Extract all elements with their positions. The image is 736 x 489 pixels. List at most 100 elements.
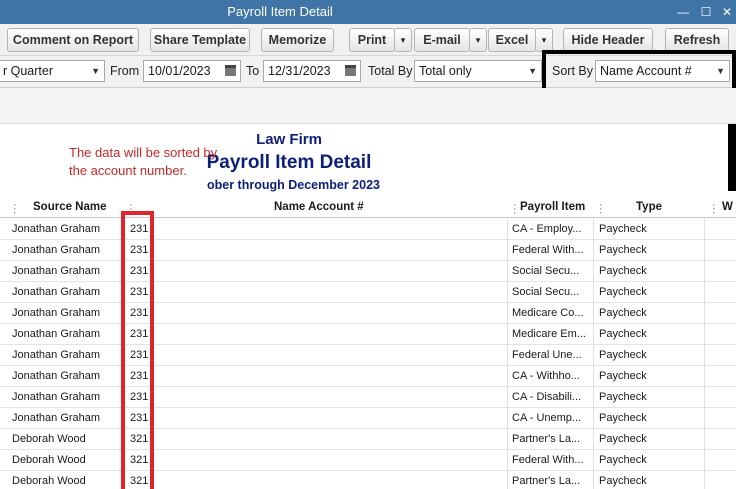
column-type[interactable]: Type (636, 201, 662, 213)
calendar-icon[interactable] (345, 65, 356, 76)
cell-source-name: Jonathan Graham (12, 244, 101, 256)
minimize-icon[interactable]: — (674, 3, 692, 21)
maximize-icon[interactable]: ☐ (697, 3, 715, 21)
cell-source-name: Jonathan Graham (12, 370, 101, 382)
print-button[interactable]: Print (349, 28, 395, 52)
sort-annotation: The data will be sorted by the account n… (69, 145, 218, 178)
cell-type: Paycheck (599, 370, 647, 382)
column-name-account[interactable]: Name Account # (274, 201, 364, 213)
dates-select[interactable]: r Quarter ▼ (0, 60, 105, 82)
calendar-icon[interactable] (225, 65, 236, 76)
refresh-button[interactable]: Refresh (665, 28, 729, 52)
cell-source-name: Jonathan Graham (12, 265, 101, 277)
window-title: Payroll Item Detail (227, 4, 333, 19)
cell-source-name: Deborah Wood (12, 475, 86, 487)
cell-payroll-item: Federal With... (512, 454, 584, 466)
from-date-input[interactable]: 10/01/2023 (143, 60, 241, 82)
close-icon[interactable]: ✕ (718, 3, 736, 21)
cell-payroll-item: Medicare Co... (512, 307, 584, 319)
cell-source-name: Jonathan Graham (12, 328, 101, 340)
table-row[interactable]: Jonathan Graham 231 CA - Disabili... Payche… (0, 387, 736, 408)
hide-header-button[interactable]: Hide Header (563, 28, 653, 52)
table-row[interactable]: Jonathan Graham 231 CA - Employ... Paycheck (0, 219, 736, 240)
table-row[interactable]: Jonathan Graham 231 Federal With... Paychec… (0, 240, 736, 261)
cell-payroll-item: Federal Une... (512, 349, 582, 361)
column-divider (704, 218, 705, 489)
share-template-button[interactable]: Share Template (150, 28, 250, 52)
memorize-button[interactable]: Memorize (261, 28, 334, 52)
cell-source-name: Jonathan Graham (12, 412, 101, 424)
column-partial[interactable]: W (722, 201, 733, 213)
cell-payroll-item: Partner's La... (512, 475, 581, 487)
scrollbar-overlay (728, 124, 736, 191)
column-divider (593, 218, 594, 489)
cell-type: Paycheck (599, 286, 647, 298)
column-divider (507, 218, 508, 489)
cell-source-name: Jonathan Graham (12, 391, 101, 403)
table-row[interactable]: Deborah Wood 321 Federal With... Paycheck (0, 450, 736, 471)
cell-source-name: Jonathan Graham (12, 223, 101, 235)
cell-payroll-item: CA - Employ... (512, 223, 582, 235)
cell-payroll-item: Federal With... (512, 244, 584, 256)
cell-type: Paycheck (599, 349, 647, 361)
report-title: Payroll Item Detail (206, 152, 372, 173)
table-row[interactable]: Deborah Wood 321 Partner's La... Paycheck (0, 429, 736, 450)
to-date-value: 12/31/2023 (268, 64, 331, 78)
to-date-input[interactable]: 12/31/2023 (263, 60, 361, 82)
excel-dropdown-icon[interactable]: ▾ (535, 28, 553, 52)
table-row[interactable]: Jonathan Graham 231 Medicare Em... Paycheck (0, 324, 736, 345)
print-dropdown-icon[interactable]: ▾ (394, 28, 412, 52)
cell-source-name: Deborah Wood (12, 433, 86, 445)
cell-type: Paycheck (599, 433, 647, 445)
table-row[interactable]: Jonathan Graham 231 Social Secu... Paycheck (0, 261, 736, 282)
company-name: Law Firm (256, 131, 322, 148)
table-row[interactable]: Jonathan Graham 231 CA - Unemp... Paycheck (0, 408, 736, 429)
chevron-down-icon: ▼ (528, 66, 537, 76)
cell-type: Paycheck (599, 265, 647, 277)
total-by-value: Total only (419, 64, 472, 78)
column-source-name[interactable]: Source Name (33, 201, 107, 213)
table-row[interactable]: Jonathan Graham 231 Federal Une... Paycheck (0, 345, 736, 366)
cell-payroll-item: Social Secu... (512, 265, 580, 277)
cell-type: Paycheck (599, 244, 647, 256)
cell-payroll-item: CA - Withho... (512, 370, 580, 382)
to-label: To (246, 64, 260, 78)
report-date-range: ober through December 2023 (207, 178, 380, 192)
cell-type: Paycheck (599, 454, 647, 466)
table-row[interactable]: Deborah Wood 321 Partner's La... Paycheck (0, 471, 736, 489)
column-resize-handle[interactable]: ⋮ (595, 201, 607, 215)
cell-payroll-item: Medicare Em... (512, 328, 586, 340)
comment-on-report-button[interactable]: Comment on Report (7, 28, 139, 52)
cell-payroll-item: CA - Disabili... (512, 391, 582, 403)
cell-type: Paycheck (599, 307, 647, 319)
column-resize-handle[interactable]: ⋮ (9, 201, 21, 215)
column-payroll-item[interactable]: Payroll Item (520, 201, 585, 213)
dates-value: r Quarter (3, 64, 54, 78)
window-titlebar: Payroll Item Detail — ☐ ✕ (0, 0, 736, 24)
cell-payroll-item: Partner's La... (512, 433, 581, 445)
account-column-highlight (121, 211, 154, 489)
cell-source-name: Jonathan Graham (12, 286, 101, 298)
email-dropdown-icon[interactable]: ▾ (469, 28, 487, 52)
cell-source-name: Deborah Wood (12, 454, 86, 466)
table-row[interactable]: Jonathan Graham 231 Social Secu... Paycheck (0, 282, 736, 303)
cell-type: Paycheck (599, 391, 647, 403)
cell-type: Paycheck (599, 328, 647, 340)
total-by-label: Total By (368, 64, 413, 78)
email-button[interactable]: E-mail (414, 28, 470, 52)
table-row[interactable]: Jonathan Graham 231 CA - Withho... Paycheck (0, 366, 736, 387)
total-by-select[interactable]: Total only ▼ (414, 60, 542, 82)
column-resize-handle[interactable]: ⋮ (509, 201, 521, 215)
cell-payroll-item: CA - Unemp... (512, 412, 582, 424)
toolbar-spacer (0, 88, 736, 124)
cell-source-name: Jonathan Graham (12, 349, 101, 361)
from-date-value: 10/01/2023 (148, 64, 211, 78)
from-label: From (110, 64, 140, 78)
chevron-down-icon: ▼ (91, 66, 100, 76)
cell-payroll-item: Social Secu... (512, 286, 580, 298)
cell-type: Paycheck (599, 223, 647, 235)
column-resize-handle[interactable]: ⋮ (708, 201, 720, 215)
table-row[interactable]: Jonathan Graham 231 Medicare Co... Paycheck (0, 303, 736, 324)
excel-button[interactable]: Excel (488, 28, 536, 52)
cell-type: Paycheck (599, 412, 647, 424)
